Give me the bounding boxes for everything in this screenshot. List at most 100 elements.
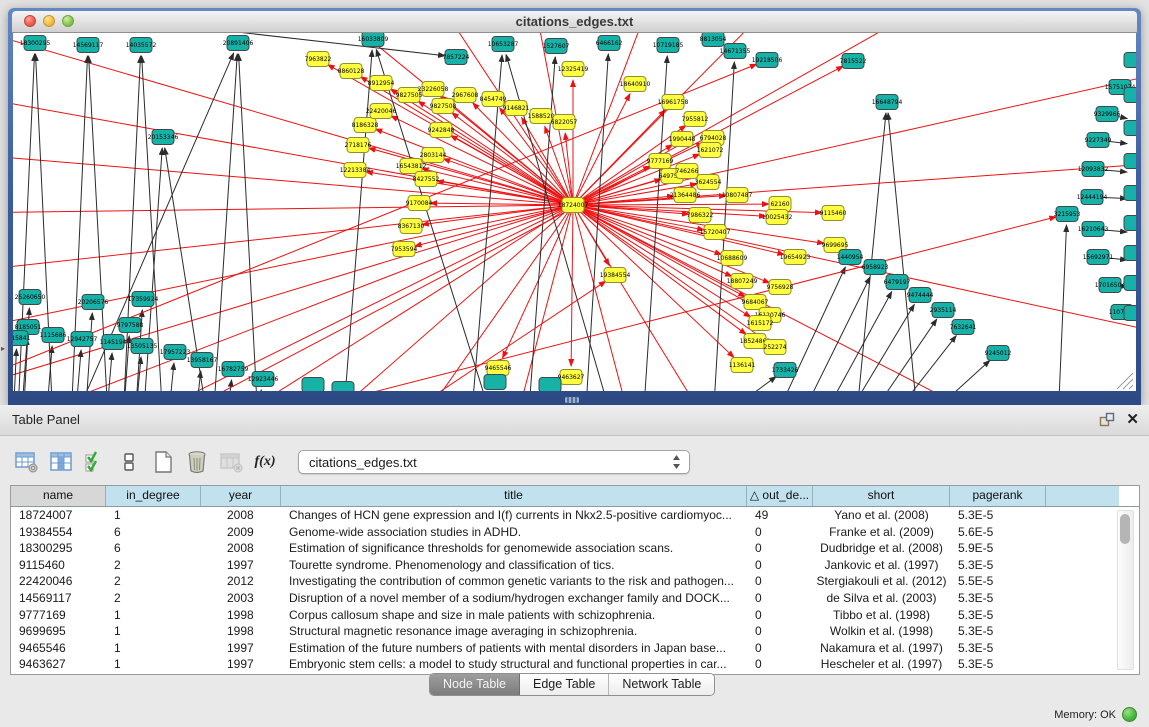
graph-node[interactable]: 12213384 [340, 163, 371, 178]
show-columns-button[interactable] [46, 448, 76, 476]
table-row[interactable]: 1456911722003Disruption of a novel membe… [11, 590, 1139, 607]
graph-node[interactable]: 14035572 [126, 38, 157, 53]
column-header-short[interactable]: short [813, 486, 950, 506]
graph-node[interactable]: 14569117 [73, 38, 104, 53]
graph-node[interactable]: 14671355 [720, 44, 751, 59]
graph-node[interactable]: 2718176 [345, 138, 372, 153]
graph-node[interactable]: 9146821 [503, 101, 530, 116]
graph-node[interactable]: 9329966 [1094, 107, 1121, 122]
tab-node-table[interactable]: Node Table [430, 674, 520, 695]
graph-node[interactable]: 2803144 [420, 148, 447, 163]
split-pane-grip[interactable] [565, 397, 579, 403]
graph-node[interactable]: 9115460 [820, 206, 847, 221]
graph-node[interactable] [1124, 216, 1136, 231]
graph-node[interactable]: 6479197 [884, 275, 911, 290]
graph-node[interactable] [1124, 186, 1136, 201]
graph-node[interactable]: 9227349 [1085, 133, 1112, 148]
graph-node[interactable]: 1990448 [669, 132, 696, 147]
graph-node[interactable]: 3215953 [1054, 207, 1081, 222]
graph-node[interactable] [302, 378, 324, 392]
graph-node[interactable]: 9756928 [767, 280, 794, 295]
graph-node[interactable]: 3624554 [695, 175, 722, 190]
column-header-pagerank[interactable]: pagerank [950, 486, 1046, 506]
table-row[interactable]: 2242004622012Investigating the contribut… [11, 573, 1139, 590]
graph-node[interactable]: 8186328 [352, 118, 379, 133]
graph-node[interactable]: 19384554 [600, 268, 631, 283]
close-panel-icon[interactable]: ✕ [1126, 410, 1139, 430]
function-builder-button[interactable]: f(x) [250, 448, 280, 476]
graph-node[interactable]: 22420046 [366, 104, 397, 119]
graph-node[interactable]: 18640910 [620, 77, 651, 92]
graph-node[interactable]: 6466162 [596, 36, 623, 51]
graph-node[interactable]: 9777169 [647, 154, 674, 169]
graph-node[interactable] [1124, 246, 1136, 261]
graph-node[interactable]: 23226058 [418, 82, 449, 97]
graph-node[interactable] [1124, 88, 1136, 103]
graph-node[interactable]: 9827508 [430, 99, 457, 114]
tab-network-table[interactable]: Network Table [609, 674, 714, 695]
graph-node[interactable]: 12093832 [1078, 162, 1109, 177]
tab-edge-table[interactable]: Edge Table [520, 674, 609, 695]
graph-node[interactable]: 15720407 [700, 225, 731, 240]
table-row[interactable]: 977716911998Corpus callosum shape and si… [11, 607, 1139, 624]
graph-node[interactable]: 16782759 [218, 362, 249, 377]
graph-node[interactable]: 3915841 [13, 331, 31, 346]
graph-node[interactable]: 9463627 [558, 370, 585, 385]
graph-node[interactable] [1124, 53, 1136, 68]
graph-node[interactable] [484, 375, 506, 390]
table-row[interactable]: 1938455462009Genome-wide association stu… [11, 524, 1139, 541]
graph-node[interactable]: 9797588 [117, 318, 144, 333]
graph-node[interactable]: 1621072 [697, 143, 724, 158]
table-row[interactable]: 969969511998Structural magnetic resonanc… [11, 623, 1139, 640]
graph-node[interactable]: 19218506 [752, 53, 783, 68]
window-titlebar[interactable]: citations_edges.txt [12, 11, 1137, 33]
table-settings-button[interactable] [12, 448, 42, 476]
graph-node[interactable]: 10807487 [722, 188, 753, 203]
column-header-name[interactable]: name [11, 486, 106, 506]
table-row[interactable]: 911546021997Tourette syndrome. Phenomeno… [11, 557, 1139, 574]
graph-node[interactable]: 6958923 [862, 260, 889, 275]
graph-node[interactable]: 7986322 [687, 208, 714, 223]
graph-node[interactable]: 9465546 [485, 361, 512, 376]
graph-node[interactable]: 7632641 [950, 320, 977, 335]
graph-node[interactable]: 12923446 [248, 372, 279, 387]
collapse-panel-arrow-icon[interactable]: ▸ [1, 344, 5, 353]
column-header-in_degree[interactable]: in_degree [106, 486, 201, 506]
graph-node[interactable]: 1733426 [772, 363, 799, 378]
graph-node[interactable] [1124, 276, 1136, 291]
graph-node[interactable]: 18807249 [727, 274, 758, 289]
graph-node[interactable]: 21364486 [670, 188, 701, 203]
graph-node[interactable]: 10653287 [488, 37, 519, 52]
graph-node[interactable] [332, 382, 354, 392]
graph-node[interactable]: 9242848 [428, 123, 455, 138]
graph-node[interactable]: 7953594 [391, 242, 418, 257]
graph-node[interactable]: 9474444 [907, 288, 934, 303]
graph-node[interactable]: 1115686 [40, 328, 67, 343]
graph-node[interactable]: 12325419 [558, 62, 589, 77]
float-panel-icon[interactable] [1099, 412, 1115, 428]
graph-node[interactable]: 16961758 [658, 95, 689, 110]
column-header-year[interactable]: year [201, 486, 281, 506]
graph-node[interactable]: 16210643 [1078, 222, 1109, 237]
graph-node[interactable]: 13958167 [187, 353, 218, 368]
graph-node[interactable]: 10025432 [762, 210, 793, 225]
graph-node[interactable]: 746266 [676, 164, 699, 179]
graph-node[interactable] [1124, 121, 1136, 136]
graph-node[interactable]: 8367130 [398, 219, 425, 234]
graph-node[interactable] [1124, 154, 1136, 169]
graph-node[interactable]: 7955812 [682, 112, 709, 127]
graph-node[interactable]: 8427552 [413, 172, 440, 187]
graph-node[interactable]: 18300295 [20, 36, 51, 51]
graph-node[interactable]: 1615172 [747, 316, 774, 331]
table-selector-dropdown[interactable]: citations_edges.txt [298, 450, 690, 474]
create-table-button[interactable] [148, 448, 178, 476]
graph-node[interactable]: 1527607 [543, 39, 570, 54]
select-columns-button[interactable] [80, 448, 110, 476]
resize-grip-icon[interactable] [1117, 373, 1133, 389]
graph-node[interactable]: 7857224 [443, 50, 470, 65]
table-scrollbar[interactable] [1117, 510, 1134, 670]
graph-node[interactable] [1124, 306, 1136, 321]
graph-node[interactable]: 15692971 [1083, 250, 1114, 265]
graph-node[interactable]: 19654923 [780, 250, 811, 265]
graph-node[interactable]: 1145194 [100, 335, 127, 350]
